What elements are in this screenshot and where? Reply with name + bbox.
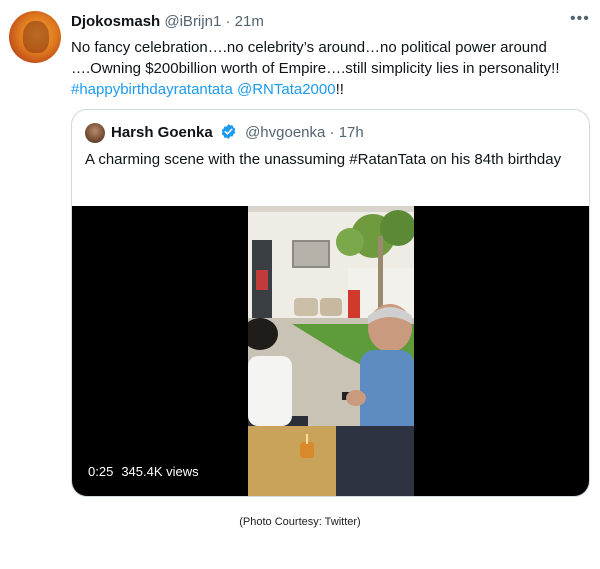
video-views: 345.4K views <box>121 464 199 479</box>
tweet[interactable]: Djokosmash @iBrijn1 · 21m ••• No fancy c… <box>0 0 600 510</box>
author-name[interactable]: Djokosmash <box>71 13 160 30</box>
video-stats: 0:25 345.4K views <box>88 464 207 479</box>
header-separator: · <box>225 13 231 30</box>
quoted-tweet-header: Harsh Goenka @hvgoenka · 17h <box>111 123 364 143</box>
video-duration: 0:25 <box>88 464 114 479</box>
quoted-tweet-text: A charming scene with the unassuming #Ra… <box>85 151 562 168</box>
tweet-text: No fancy celebration….no celebrity’s aro… <box>71 37 591 100</box>
video-player[interactable]: 0:25 345.4K views <box>72 206 589 496</box>
quoted-author-avatar[interactable] <box>85 123 105 143</box>
more-icon[interactable]: ••• <box>570 10 590 28</box>
tweet-header: Djokosmash @iBrijn1 · 21m <box>71 12 264 32</box>
tweet-text-line1: No fancy celebration….no celebrity’s aro… <box>71 39 547 56</box>
hashtag-link[interactable]: #happybirthdayratantata <box>71 81 233 98</box>
quoted-header-separator: · <box>329 124 335 141</box>
tweet-timestamp[interactable]: 21m <box>235 13 264 30</box>
verified-badge-icon <box>221 124 236 139</box>
quoted-tweet[interactable]: Harsh Goenka @hvgoenka · 17h A charming … <box>71 109 590 497</box>
quoted-author-handle[interactable]: @hvgoenka <box>245 124 325 141</box>
photo-caption: (Photo Courtesy: Twitter) <box>239 516 361 528</box>
tweet-text-end: !! <box>335 81 344 98</box>
mention-link[interactable]: @RNTata2000 <box>237 81 336 98</box>
author-handle[interactable]: @iBrijn1 <box>164 13 221 30</box>
quoted-timestamp[interactable]: 17h <box>339 124 364 141</box>
quoted-author-name[interactable]: Harsh Goenka <box>111 124 213 141</box>
tweet-text-line2: ….Owning $200billion worth of Empire….st… <box>71 60 560 77</box>
video-thumbnail <box>248 206 414 496</box>
author-avatar[interactable] <box>9 11 61 63</box>
